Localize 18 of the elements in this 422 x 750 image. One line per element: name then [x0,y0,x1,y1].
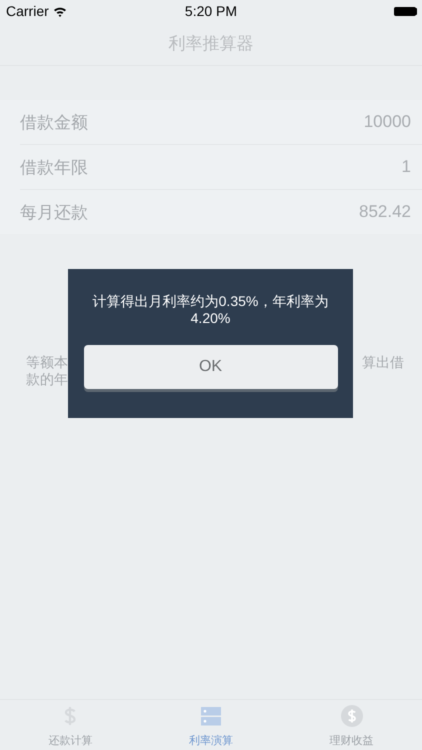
tab-button[interactable]: 还款计算 [0,700,141,750]
tab-button[interactable]: 利率演算 [140,700,282,750]
row-label: 每月还款 [20,202,88,224]
row-value: 852.42 [359,202,411,222]
description-text: 等额本 [26,354,68,371]
row-label: 借款金额 [20,112,88,134]
tab-button[interactable]: 理财收益 [281,700,422,750]
ok-button[interactable]: OK [84,345,338,389]
carrier-name: Carrier [6,3,49,19]
row-value: 10000 [364,112,411,132]
row-label: 借款年限 [20,156,88,178]
battery-icon [394,7,416,16]
alert-message: 计算得出月利率约为0.35%，年利率为4.20% [92,293,330,327]
clock-time: 5:20 PM [184,3,238,19]
row-value: 1 [402,157,411,177]
wifi-icon [52,6,67,16]
description-text: 款的年 [26,371,68,388]
description-text: 算出借 [362,354,404,371]
